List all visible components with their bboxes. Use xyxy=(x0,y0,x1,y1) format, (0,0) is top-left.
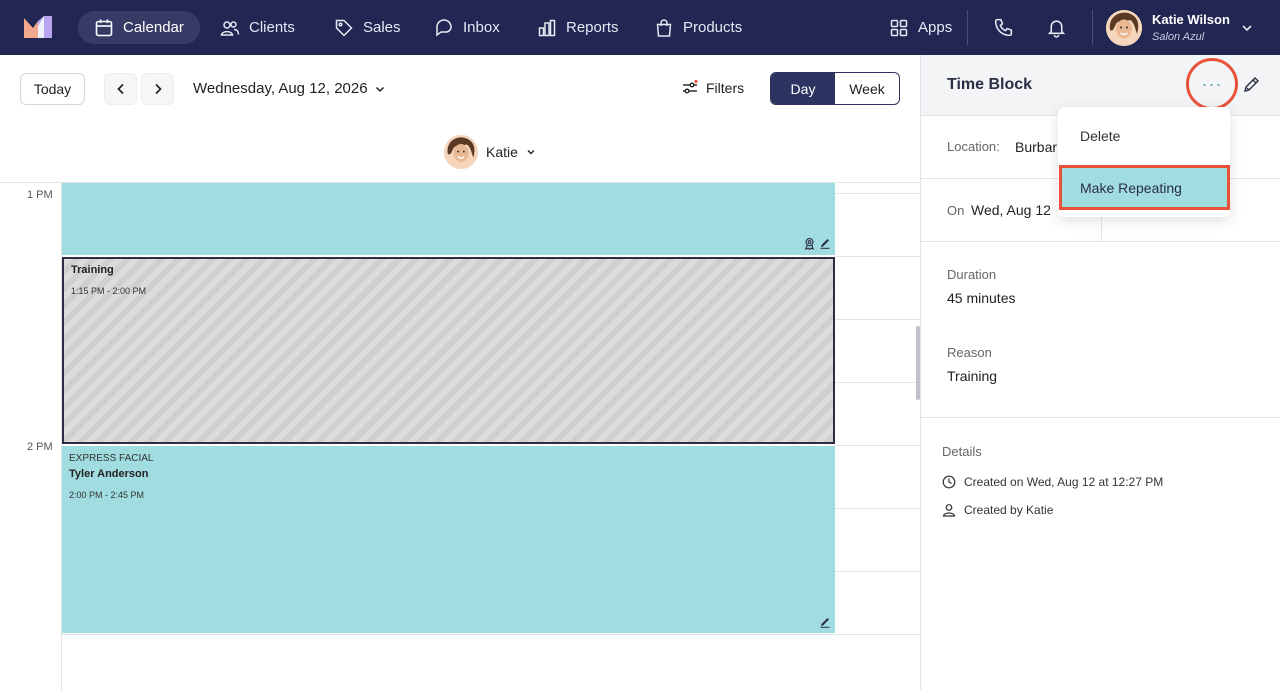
filters-label: Filters xyxy=(706,80,745,96)
grid-line xyxy=(835,319,920,320)
on-value: Wed, Aug 12 xyxy=(971,202,1051,218)
location-value: Burbar xyxy=(1015,139,1058,155)
bag-icon xyxy=(656,18,672,37)
user-name: Katie Wilson xyxy=(1152,12,1230,27)
more-options-menu: Delete Make Repeating xyxy=(1058,107,1230,217)
location-label: Location: xyxy=(947,139,1000,154)
view-day-button[interactable]: Day xyxy=(771,73,835,104)
nav-divider xyxy=(1092,10,1093,45)
phone-icon[interactable] xyxy=(993,17,1014,38)
salon-name: Salon Azul xyxy=(1152,31,1205,43)
top-nav: Calendar Clients Sales Inbox Reports Pro… xyxy=(0,0,1280,55)
tag-icon xyxy=(335,19,353,37)
apps-grid-icon xyxy=(890,19,908,36)
clock-icon xyxy=(942,475,956,489)
chevron-right-icon xyxy=(154,83,162,95)
created-on-text: Created on Wed, Aug 12 at 12:27 PM xyxy=(964,475,1164,489)
app-logo-icon[interactable] xyxy=(22,14,54,40)
appointment-express-facial[interactable]: EXPRESS FACIAL Tyler Anderson 2:00 PM - … xyxy=(62,446,835,633)
bar-chart-icon xyxy=(538,19,556,36)
users-icon xyxy=(220,20,240,36)
grid-line xyxy=(835,445,920,446)
nav-calendar[interactable]: Calendar xyxy=(78,11,200,44)
nav-sales-label: Sales xyxy=(363,19,401,36)
nav-clients[interactable]: Clients xyxy=(204,11,311,44)
duration-value: 45 minutes xyxy=(947,290,1016,306)
nav-calendar-label: Calendar xyxy=(123,19,184,36)
grid-line xyxy=(835,256,920,257)
time-block-training[interactable]: Training 1:15 PM - 2:00 PM xyxy=(62,257,835,444)
date-label: Wednesday, Aug 12, 2026 xyxy=(193,80,368,97)
appointment-block[interactable] xyxy=(62,183,835,255)
date-picker[interactable]: Wednesday, Aug 12, 2026 xyxy=(193,80,386,97)
staff-selector[interactable]: Katie xyxy=(444,135,536,169)
appointment-service: EXPRESS FACIAL xyxy=(69,453,154,464)
time-block-title: Training xyxy=(71,264,114,276)
prev-day-button[interactable] xyxy=(104,73,137,105)
nav-apps[interactable]: Apps xyxy=(873,11,968,44)
on-label: On xyxy=(947,203,965,218)
appointment-client: Tyler Anderson xyxy=(69,468,149,480)
nav-reports-label: Reports xyxy=(566,19,619,36)
grid-line xyxy=(835,571,920,572)
nav-sales[interactable]: Sales xyxy=(318,11,417,44)
user-avatar[interactable] xyxy=(1106,10,1142,46)
chevron-down-icon[interactable] xyxy=(1240,21,1254,35)
created-by-row: Created by Katie xyxy=(942,503,1053,517)
next-day-button[interactable] xyxy=(141,73,174,105)
bell-icon[interactable] xyxy=(1046,17,1067,38)
nav-reports[interactable]: Reports xyxy=(521,11,635,44)
staff-name: Katie xyxy=(486,144,518,160)
appointment-time: 2:00 PM - 2:45 PM xyxy=(69,490,145,500)
nav-products-label: Products xyxy=(683,19,743,36)
view-toggle: Day Week xyxy=(770,72,900,105)
pencil-icon[interactable] xyxy=(819,616,831,628)
section-divider xyxy=(921,417,1280,418)
calendar-icon xyxy=(95,19,113,36)
grid-line xyxy=(835,382,920,383)
nav-products[interactable]: Products xyxy=(638,11,758,44)
reason-value: Training xyxy=(947,368,998,384)
created-by-text: Created by Katie xyxy=(964,503,1054,517)
nav-inbox[interactable]: Inbox xyxy=(418,11,516,44)
nav-inbox-label: Inbox xyxy=(463,19,500,36)
time-block-time: 1:15 PM - 2:00 PM xyxy=(71,286,147,296)
grid-line xyxy=(62,634,920,635)
created-on-row: Created on Wed, Aug 12 at 12:27 PM xyxy=(942,475,1163,489)
award-icon xyxy=(804,238,815,250)
more-options-button[interactable]: ··· xyxy=(1186,58,1238,110)
edit-pencil-icon[interactable] xyxy=(1241,75,1261,95)
chevron-left-icon xyxy=(116,83,124,95)
user-icon xyxy=(942,504,956,517)
time-label-1pm: 1 PM xyxy=(27,189,53,201)
calendar-grid[interactable]: 1 PM 2 PM Training 1:15 PM - 2:00 PM EXP… xyxy=(0,182,920,691)
grid-line xyxy=(835,193,920,194)
today-button[interactable]: Today xyxy=(20,73,85,105)
panel-title: Time Block xyxy=(947,76,1033,93)
nav-apps-label: Apps xyxy=(918,19,953,36)
nav-divider xyxy=(967,10,968,45)
pencil-icon[interactable] xyxy=(819,237,831,249)
more-dots-icon: ··· xyxy=(1201,73,1223,94)
chat-icon xyxy=(436,18,452,36)
make-repeating-menu-item[interactable]: Make Repeating xyxy=(1059,165,1230,210)
filters-button[interactable]: Filters xyxy=(682,80,744,96)
filter-sliders-icon xyxy=(683,80,698,94)
duration-label: Duration xyxy=(947,267,997,282)
reason-label: Reason xyxy=(947,345,992,360)
staff-avatar xyxy=(444,135,478,169)
view-week-button[interactable]: Week xyxy=(835,73,899,104)
nav-clients-label: Clients xyxy=(249,19,295,36)
chevron-down-icon xyxy=(375,86,384,92)
details-label: Details xyxy=(942,444,982,459)
chevron-down-icon xyxy=(527,150,535,155)
delete-menu-item[interactable]: Delete xyxy=(1080,128,1120,144)
time-label-2pm: 2 PM xyxy=(27,441,53,453)
grid-line xyxy=(835,508,920,509)
